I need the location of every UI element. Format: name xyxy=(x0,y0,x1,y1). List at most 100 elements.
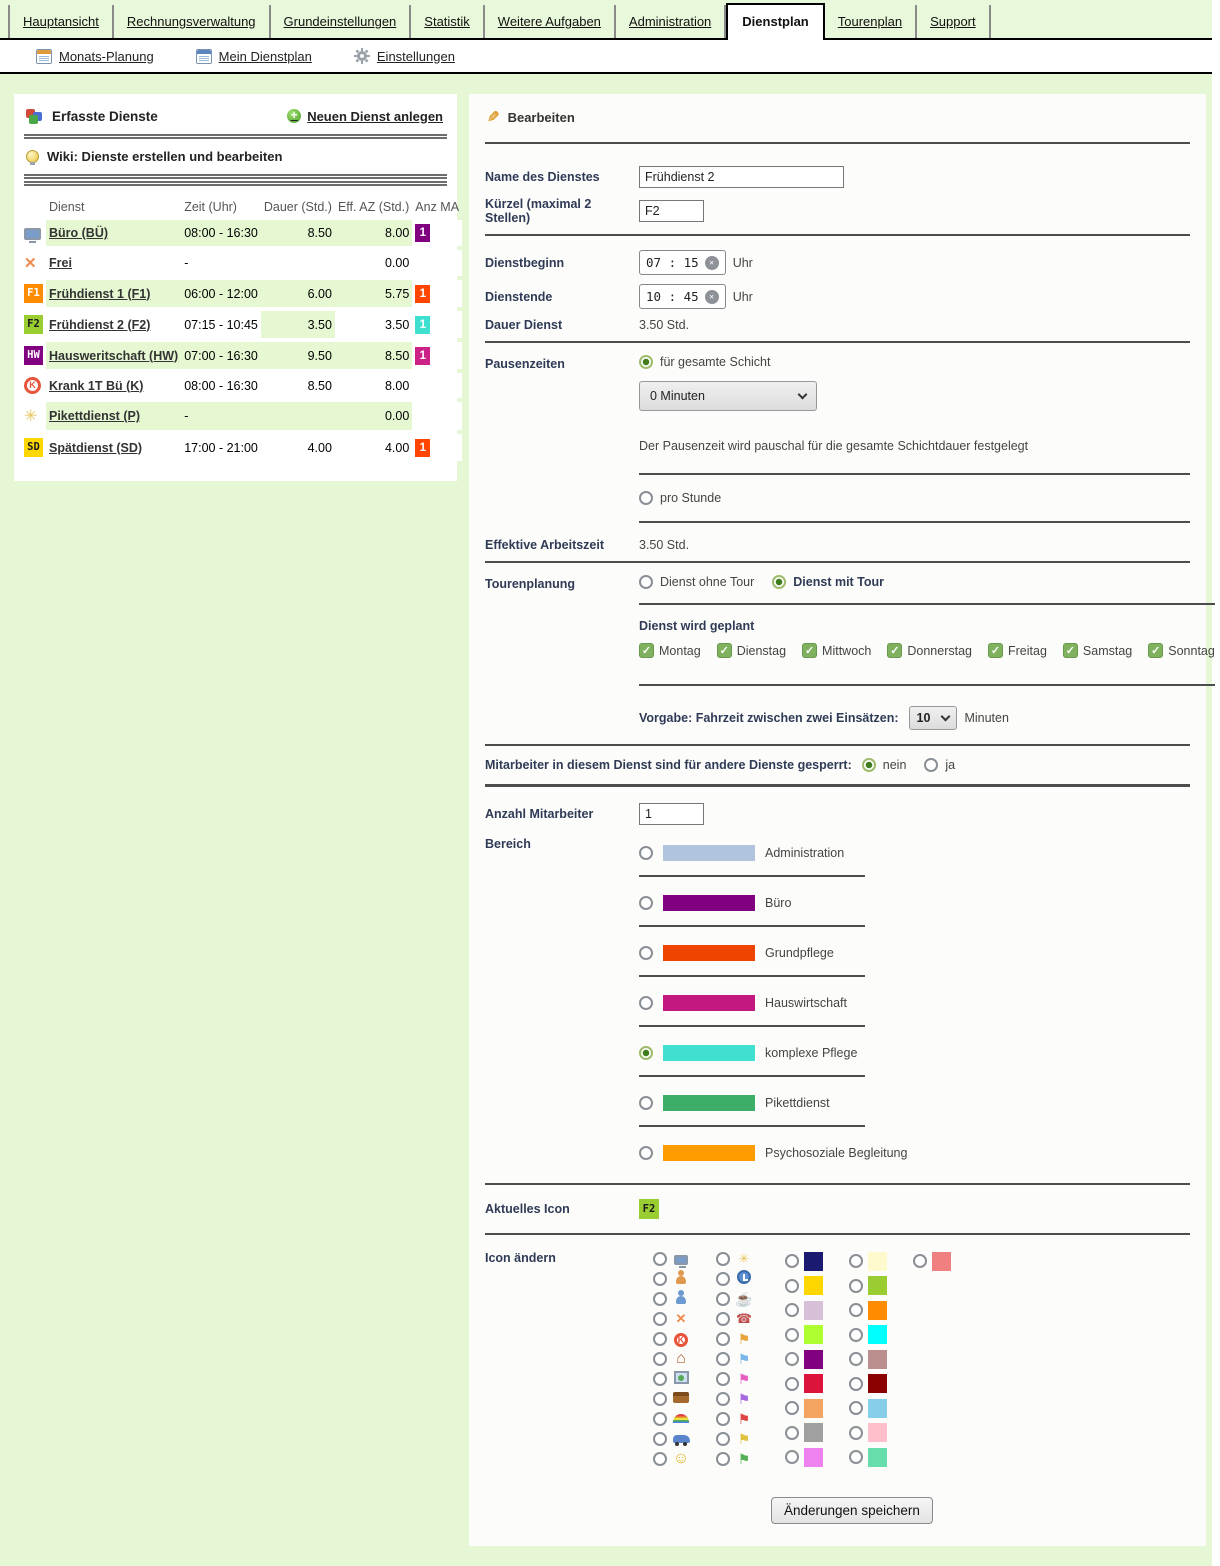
bereich-psychosoziale-begleitung[interactable]: Psychosoziale Begleitung xyxy=(639,1145,1190,1161)
checkbox-checked-icon[interactable]: ✓ xyxy=(988,643,1003,658)
radio-icon[interactable] xyxy=(716,1452,730,1466)
radio-icon[interactable] xyxy=(849,1426,863,1440)
dienst-ohne-tour-option[interactable]: Dienst ohne Tour xyxy=(639,575,772,589)
icon-option-smiley[interactable]: ☺ xyxy=(653,1449,690,1469)
radio-icon[interactable] xyxy=(785,1352,799,1366)
checkbox-checked-icon[interactable]: ✓ xyxy=(887,643,902,658)
tab-weitere-aufgaben[interactable]: Weitere Aufgaben xyxy=(485,5,616,38)
radio-icon[interactable] xyxy=(785,1254,799,1268)
icon-option-flag-green[interactable]: ⚑ xyxy=(716,1449,753,1469)
color-option[interactable] xyxy=(849,1298,887,1323)
color-option[interactable] xyxy=(849,1347,887,1372)
radio-icon[interactable] xyxy=(639,896,653,910)
tab-dienstplan[interactable]: Dienstplan xyxy=(726,3,824,40)
radio-icon[interactable] xyxy=(653,1312,667,1326)
checkbox-mittwoch[interactable]: ✓Mittwoch xyxy=(802,643,871,658)
color-option[interactable] xyxy=(785,1445,823,1470)
radio-icon[interactable] xyxy=(716,1272,730,1286)
radio-icon[interactable] xyxy=(653,1292,667,1306)
clear-time-icon[interactable]: ✕ xyxy=(705,256,719,270)
checkbox-checked-icon[interactable]: ✓ xyxy=(1063,643,1078,658)
radio-icon[interactable] xyxy=(849,1254,863,1268)
radio-icon[interactable] xyxy=(716,1332,730,1346)
icon-option-house[interactable]: ⌂ xyxy=(653,1349,690,1369)
anzahl-mitarbeiter-input[interactable] xyxy=(639,803,704,825)
checkbox-montag[interactable]: ✓Montag xyxy=(639,643,701,658)
radio-icon[interactable] xyxy=(785,1450,799,1464)
radio-icon[interactable] xyxy=(653,1252,667,1266)
bereich-komplexe-pflege[interactable]: komplexe Pflege xyxy=(639,1045,1190,1061)
checkbox-dienstag[interactable]: ✓Dienstag xyxy=(717,643,786,658)
dienstbeginn-input[interactable]: 07 : 15 ✕ xyxy=(639,250,726,275)
color-option[interactable] xyxy=(849,1372,887,1397)
kuerzel-input[interactable] xyxy=(639,200,704,222)
color-option[interactable] xyxy=(785,1274,823,1299)
service-link[interactable]: Frühdienst 1 (F1) xyxy=(49,287,150,301)
radio-icon[interactable] xyxy=(785,1426,799,1440)
icon-option-flag-lightblue[interactable]: ⚑ xyxy=(716,1349,753,1369)
radio-icon[interactable] xyxy=(785,1303,799,1317)
radio-icon[interactable] xyxy=(716,1432,730,1446)
radio-selected-icon[interactable] xyxy=(639,355,653,369)
radio-icon[interactable] xyxy=(785,1377,799,1391)
icon-option-asterisk[interactable]: ✳ xyxy=(716,1249,753,1269)
icon-option-chest[interactable] xyxy=(653,1389,690,1409)
icon-option-worker-orange[interactable] xyxy=(653,1269,690,1289)
icon-option-flag-yellow[interactable]: ⚑ xyxy=(716,1429,753,1449)
service-link[interactable]: Spätdienst (SD) xyxy=(49,441,142,455)
bereich-grundpflege[interactable]: Grundpflege xyxy=(639,945,1190,961)
icon-option-phone[interactable]: ☎ xyxy=(716,1309,753,1329)
dienst-mit-tour-option[interactable]: Dienst mit Tour xyxy=(772,575,902,589)
checkbox-checked-icon[interactable]: ✓ xyxy=(639,643,654,658)
wiki-link[interactable]: Wiki: Dienste erstellen und bearbeiten xyxy=(24,139,447,174)
fahrzeit-select[interactable]: 10 xyxy=(909,706,958,730)
radio-icon[interactable] xyxy=(716,1392,730,1406)
subnav-monats-planung[interactable]: Monats-Planung xyxy=(36,49,154,64)
color-option[interactable] xyxy=(785,1323,823,1348)
color-option[interactable] xyxy=(785,1372,823,1397)
icon-option-flag-red[interactable]: ⚑ xyxy=(716,1409,753,1429)
pause-minutes-select[interactable]: 0 Minuten xyxy=(639,381,817,411)
icon-option-krank[interactable]: K xyxy=(653,1329,690,1349)
radio-icon[interactable] xyxy=(849,1401,863,1415)
service-link[interactable]: Pikettdienst (P) xyxy=(49,409,140,423)
radio-icon[interactable] xyxy=(849,1377,863,1391)
subnav-mein-dienstplan[interactable]: Mein Dienstplan xyxy=(196,49,312,64)
radio-icon[interactable] xyxy=(653,1432,667,1446)
pause-stunde-option[interactable]: pro Stunde xyxy=(639,491,1190,505)
radio-icon[interactable] xyxy=(639,1146,653,1160)
radio-icon[interactable] xyxy=(849,1450,863,1464)
tab-support[interactable]: Support xyxy=(917,5,991,38)
service-link[interactable]: Frühdienst 2 (F2) xyxy=(49,318,150,332)
radio-selected-icon[interactable] xyxy=(772,575,786,589)
radio-selected-icon[interactable] xyxy=(862,758,876,772)
pause-schicht-option[interactable]: für gesamte Schicht xyxy=(639,355,1190,369)
radio-icon[interactable] xyxy=(653,1412,667,1426)
tab-statistik[interactable]: Statistik xyxy=(411,5,485,38)
gesperrt-ja-option[interactable]: ja xyxy=(924,758,973,772)
bereich-administration[interactable]: Administration xyxy=(639,845,1190,861)
service-link[interactable]: Frei xyxy=(49,256,72,270)
icon-option-flag-purple[interactable]: ⚑ xyxy=(716,1389,753,1409)
radio-icon[interactable] xyxy=(639,946,653,960)
color-option[interactable] xyxy=(785,1298,823,1323)
color-option[interactable] xyxy=(849,1445,887,1470)
service-link[interactable]: Büro (BÜ) xyxy=(49,226,108,240)
tab-tourenplan[interactable]: Tourenplan xyxy=(825,5,917,38)
radio-icon[interactable] xyxy=(639,1096,653,1110)
dienstende-input[interactable]: 10 : 45 ✕ xyxy=(639,284,726,309)
bereich-buero[interactable]: Büro xyxy=(639,895,1190,911)
radio-icon[interactable] xyxy=(716,1412,730,1426)
radio-icon[interactable] xyxy=(653,1392,667,1406)
radio-selected-icon[interactable] xyxy=(639,1046,653,1060)
color-option[interactable] xyxy=(785,1249,823,1274)
icon-option-worker-blue[interactable] xyxy=(653,1289,690,1309)
radio-icon[interactable] xyxy=(716,1252,730,1266)
radio-icon[interactable] xyxy=(639,846,653,860)
radio-icon[interactable] xyxy=(716,1292,730,1306)
color-option[interactable] xyxy=(849,1421,887,1446)
radio-icon[interactable] xyxy=(716,1312,730,1326)
color-option[interactable] xyxy=(913,1249,951,1274)
radio-icon[interactable] xyxy=(716,1372,730,1386)
bereich-hauswirtschaft[interactable]: Hauswirtschaft xyxy=(639,995,1190,1011)
